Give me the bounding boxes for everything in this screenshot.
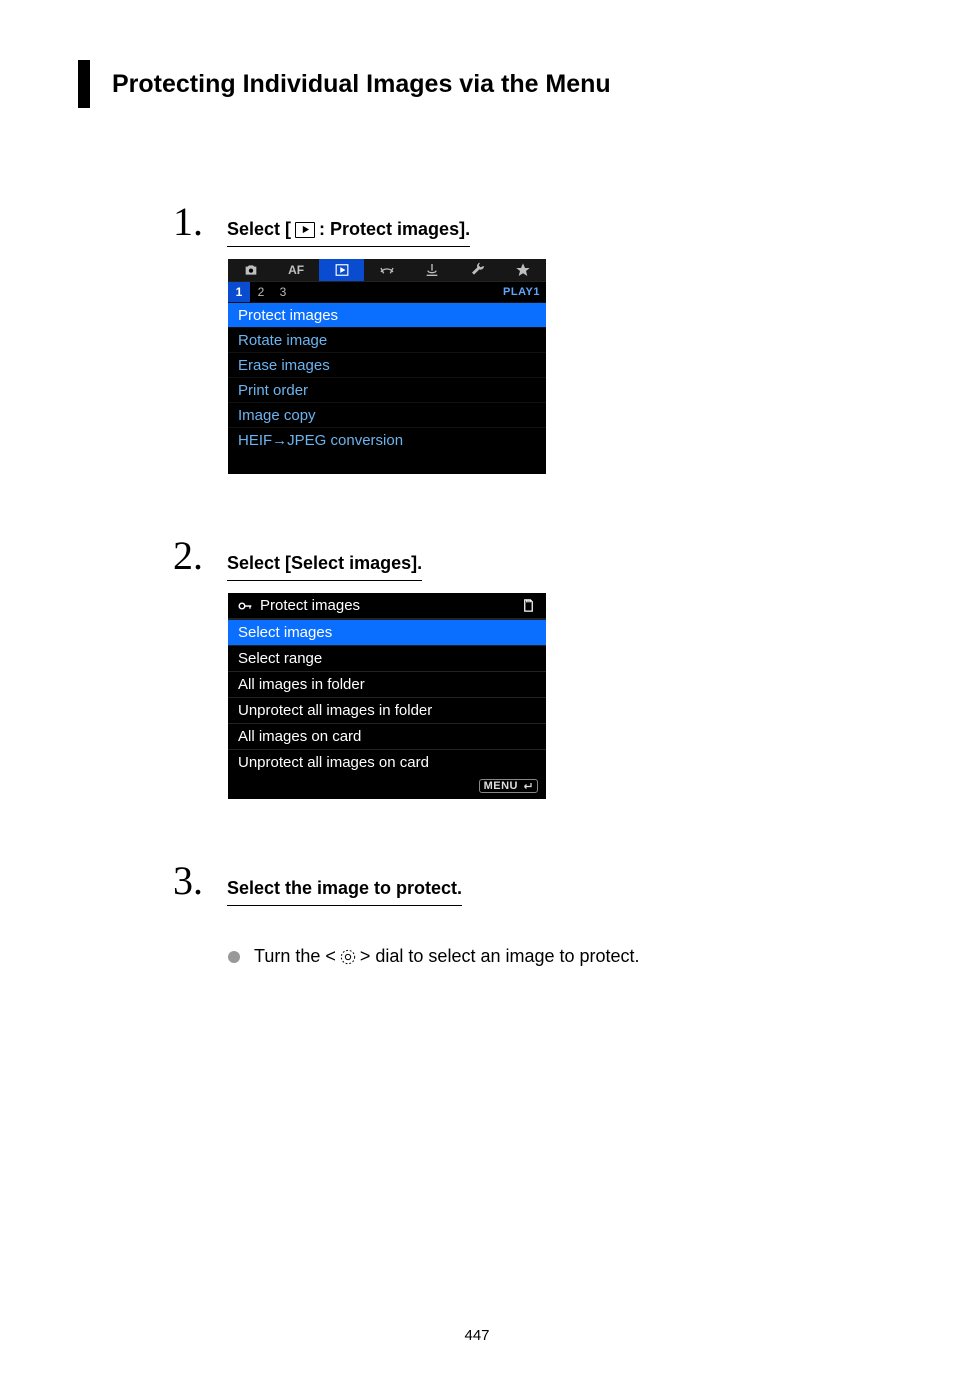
step-2-title: Select [Select images]. xyxy=(227,553,422,581)
step-3: 3. Select the image to protect. Turn the… xyxy=(173,857,876,967)
step-1-title: Select [ : Protect images]. xyxy=(227,219,470,247)
screen2-header: Protect images xyxy=(228,593,546,619)
step-2: 2. Select [Select images]. Protect image… xyxy=(173,532,876,799)
playback-icon xyxy=(295,222,315,238)
step-1-title-suffix: : Protect images]. xyxy=(319,219,470,240)
step-2-title-text: Select [Select images]. xyxy=(227,553,422,574)
subtab-3: 3 xyxy=(272,282,294,302)
top-tabs: AF xyxy=(228,259,546,282)
tab-af: AF xyxy=(273,259,318,281)
tab-setup xyxy=(455,259,500,281)
heading-accent-bar xyxy=(78,60,90,108)
option-unprotect-folder: Unprotect all images in folder xyxy=(228,697,546,723)
camera-menu-screenshot-1: AF xyxy=(228,259,546,474)
step-3-bullet: Turn the < > dial to select an image to … xyxy=(228,946,876,967)
card-icon xyxy=(521,598,536,613)
bullet-icon xyxy=(228,951,240,963)
camera-icon xyxy=(243,262,259,278)
star-icon xyxy=(515,262,531,278)
menu-back-button: MENU xyxy=(479,779,538,793)
page-number: 447 xyxy=(78,1327,876,1344)
wrench-icon xyxy=(470,262,486,278)
subtab-2: 2 xyxy=(250,282,272,302)
option-select-images: Select images xyxy=(228,619,546,645)
option-all-on-card: All images on card xyxy=(228,723,546,749)
step-1-title-prefix: Select [ xyxy=(227,219,291,240)
network-icon xyxy=(424,262,440,278)
option-all-in-folder: All images in folder xyxy=(228,671,546,697)
step-number: 2. xyxy=(173,532,215,579)
wireless-icon xyxy=(379,262,395,278)
menu-item-rotate-image: Rotate image xyxy=(228,327,546,352)
camera-menu-screenshot-2: Protect images Select images Select rang… xyxy=(228,593,546,799)
step-1: 1. Select [ : Protect images]. AF xyxy=(173,198,876,474)
menu-item-erase-images: Erase images xyxy=(228,352,546,377)
tab-wireless xyxy=(364,259,409,281)
option-select-range: Select range xyxy=(228,645,546,671)
sub-tabs: 1 2 3 PLAY1 xyxy=(228,282,546,302)
subtab-1: 1 xyxy=(228,282,250,302)
playback-tab-icon xyxy=(333,263,351,277)
step-number: 3. xyxy=(173,857,215,904)
dial-icon xyxy=(338,947,358,967)
heading-text: Protecting Individual Images via the Men… xyxy=(112,70,611,99)
subtab-page-label: PLAY1 xyxy=(503,286,540,298)
menu-item-image-copy: Image copy xyxy=(228,402,546,427)
tab-network xyxy=(410,259,455,281)
return-icon xyxy=(521,781,533,791)
screen2-header-title: Protect images xyxy=(260,597,360,614)
section-heading: Protecting Individual Images via the Men… xyxy=(78,60,876,108)
step-number: 1. xyxy=(173,198,215,245)
menu-item-protect-images: Protect images xyxy=(228,302,546,327)
tab-shoot xyxy=(228,259,273,281)
option-unprotect-card: Unprotect all images on card xyxy=(228,749,546,775)
menu-item-print-order: Print order xyxy=(228,377,546,402)
step-3-title: Select the image to protect. xyxy=(227,878,462,906)
bullet-text-prefix: Turn the < xyxy=(254,946,336,967)
tab-mymenu xyxy=(501,259,546,281)
key-icon xyxy=(238,599,254,613)
protect-options-list: Select images Select range All images in… xyxy=(228,619,546,775)
menu-list-1: Protect images Rotate image Erase images… xyxy=(228,302,546,474)
step-3-title-text: Select the image to protect. xyxy=(227,878,462,899)
bullet-text-suffix: > dial to select an image to protect. xyxy=(360,946,640,967)
tab-playback xyxy=(319,259,364,281)
menu-item-heif-jpeg: HEIF→JPEG conversion xyxy=(228,427,546,452)
menu-back-label: MENU xyxy=(484,780,518,792)
